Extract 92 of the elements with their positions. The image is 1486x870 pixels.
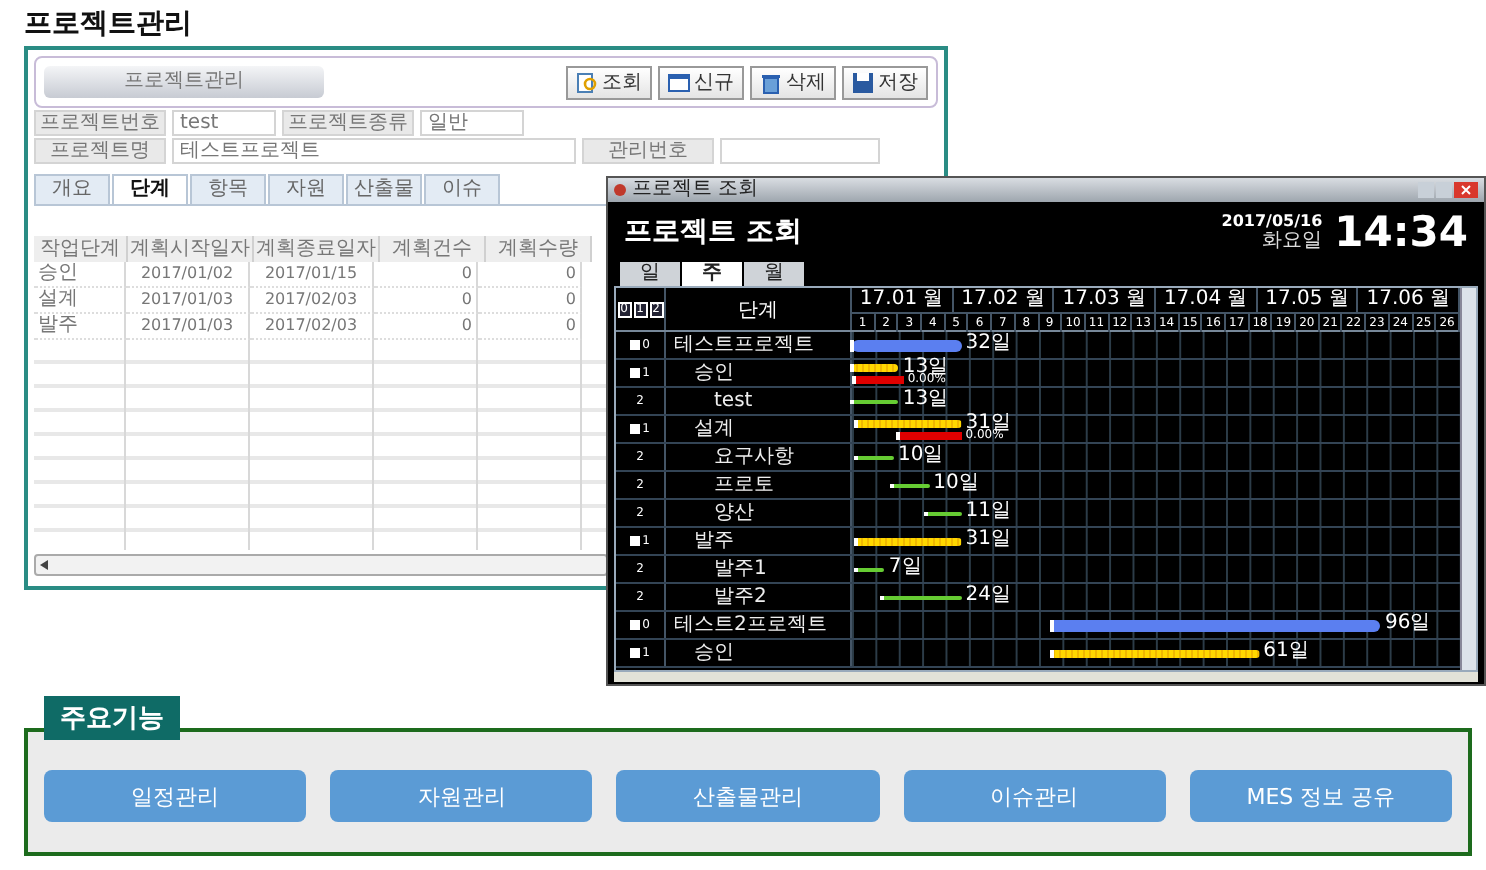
scrollbar[interactable]: [1460, 288, 1476, 670]
checkbox-icon[interactable]: [630, 340, 641, 350]
table-cell: 설계: [34, 288, 126, 314]
app-icon: [614, 184, 626, 196]
clock-time: 14:34: [1334, 208, 1468, 256]
duration-label: 32일: [965, 334, 1011, 354]
weekday-text: 화요일: [1262, 230, 1323, 252]
column-header: 계획종료일자: [254, 236, 380, 262]
toolbar-button[interactable]: 저장: [842, 65, 928, 99]
month-label: 17.01 월: [852, 288, 954, 312]
date-text: 2017/05/16: [1221, 212, 1323, 230]
table-cell: 2017/01/02: [126, 262, 250, 288]
task-name: 승인: [692, 361, 734, 385]
duration-label: 61일: [1263, 642, 1309, 662]
input-field[interactable]: test: [172, 110, 276, 136]
input-field[interactable]: [720, 138, 880, 164]
task-name: test: [712, 389, 753, 413]
task-name: 테스트2프로젝트: [672, 613, 827, 637]
page-title: 프로젝트관리: [22, 6, 194, 44]
field-label: 프로젝트명: [34, 138, 166, 164]
window-controls-icon[interactable]: [1418, 182, 1478, 198]
feature-button[interactable]: 일정관리: [44, 770, 307, 822]
column-header: 작업단계: [34, 236, 128, 262]
column-header: 단계: [666, 288, 852, 330]
tab[interactable]: 개요: [34, 174, 110, 204]
field-label: 관리번호: [582, 138, 714, 164]
table-cell: 2017/01/03: [126, 288, 250, 314]
section-title: 주요기능: [44, 696, 180, 740]
checkbox-icon[interactable]: [630, 536, 641, 546]
screen-heading: 프로젝트 조회: [624, 214, 802, 250]
task-name: 설계: [692, 417, 734, 441]
window-icon: [668, 71, 690, 93]
arrow-left-icon[interactable]: [36, 558, 52, 572]
tab[interactable]: 단계: [112, 174, 188, 204]
checkbox-icon[interactable]: [630, 368, 641, 378]
checkbox-icon[interactable]: [630, 620, 641, 630]
tab[interactable]: 자원: [268, 174, 344, 204]
table-cell: 0: [374, 262, 478, 288]
search-icon: [576, 71, 598, 93]
duration-label: 7일: [888, 558, 922, 578]
task-name: 양산: [712, 501, 754, 525]
scrollbar[interactable]: [34, 554, 608, 576]
panel-title: 프로젝트관리: [44, 66, 324, 98]
view-tab[interactable]: 월: [744, 262, 804, 286]
feature-button[interactable]: 산출물관리: [616, 770, 880, 822]
feature-button[interactable]: MES 정보 공유: [1189, 770, 1453, 822]
trash-icon: [760, 71, 782, 93]
toolbar-button[interactable]: 조회: [566, 65, 652, 99]
duration-label: 11일: [965, 502, 1011, 522]
tab[interactable]: 산출물: [346, 174, 422, 204]
toolbar-button[interactable]: 신규: [658, 65, 744, 99]
month-label: 17.02 월: [953, 288, 1055, 312]
table-cell: 2017/01/15: [250, 262, 374, 288]
table-cell: 승인: [34, 262, 126, 288]
duration-label: 10일: [897, 446, 944, 466]
task-name: 요구사항: [712, 445, 794, 469]
month-label: 17.05 월: [1257, 288, 1359, 312]
duration-label: 10일: [933, 474, 979, 494]
duration-label: 31일: [965, 530, 1011, 550]
checkbox-icon[interactable]: [630, 648, 641, 658]
field-label: 프로젝트번호: [34, 110, 166, 136]
feature-button[interactable]: 자원관리: [330, 770, 593, 822]
feature-button[interactable]: 이슈관리: [903, 770, 1166, 822]
column-header: 계획시작일자: [128, 236, 254, 262]
tab[interactable]: 항목: [190, 174, 266, 204]
duration-label: 96일: [1384, 614, 1431, 634]
task-name: 발주2: [712, 585, 767, 609]
task-name: 프로토: [712, 473, 774, 497]
task-name: 발주1: [712, 557, 767, 581]
input-field[interactable]: 테스트프로젝트: [172, 138, 576, 164]
table-cell: 0: [478, 262, 582, 288]
column-header: 계획건수: [380, 236, 486, 262]
table-cell: 0: [374, 288, 478, 314]
task-name: 테스트프로젝트: [672, 333, 814, 357]
field-label: 프로젝트종류: [282, 110, 414, 136]
month-label: 17.03 월: [1054, 288, 1157, 312]
table-cell: 2017/02/03: [250, 288, 374, 314]
table-cell: 0: [478, 288, 582, 314]
view-tab[interactable]: 일: [620, 262, 680, 286]
floppy-icon: [852, 71, 874, 93]
task-name: 발주: [692, 529, 734, 553]
input-field[interactable]: 일반: [420, 110, 524, 136]
month-label: 17.04 월: [1156, 288, 1258, 312]
view-tab[interactable]: 주: [682, 262, 742, 286]
task-name: 승인: [692, 641, 734, 665]
duration-label: 24일: [965, 586, 1011, 606]
duration-label: 13일: [902, 390, 949, 410]
window-title: 프로젝트 조회: [632, 178, 761, 202]
toolbar-button[interactable]: 삭제: [750, 65, 836, 99]
checkbox-icon[interactable]: [630, 424, 641, 434]
column-header: 계획수량: [486, 236, 592, 262]
tab[interactable]: 이슈: [424, 174, 500, 204]
